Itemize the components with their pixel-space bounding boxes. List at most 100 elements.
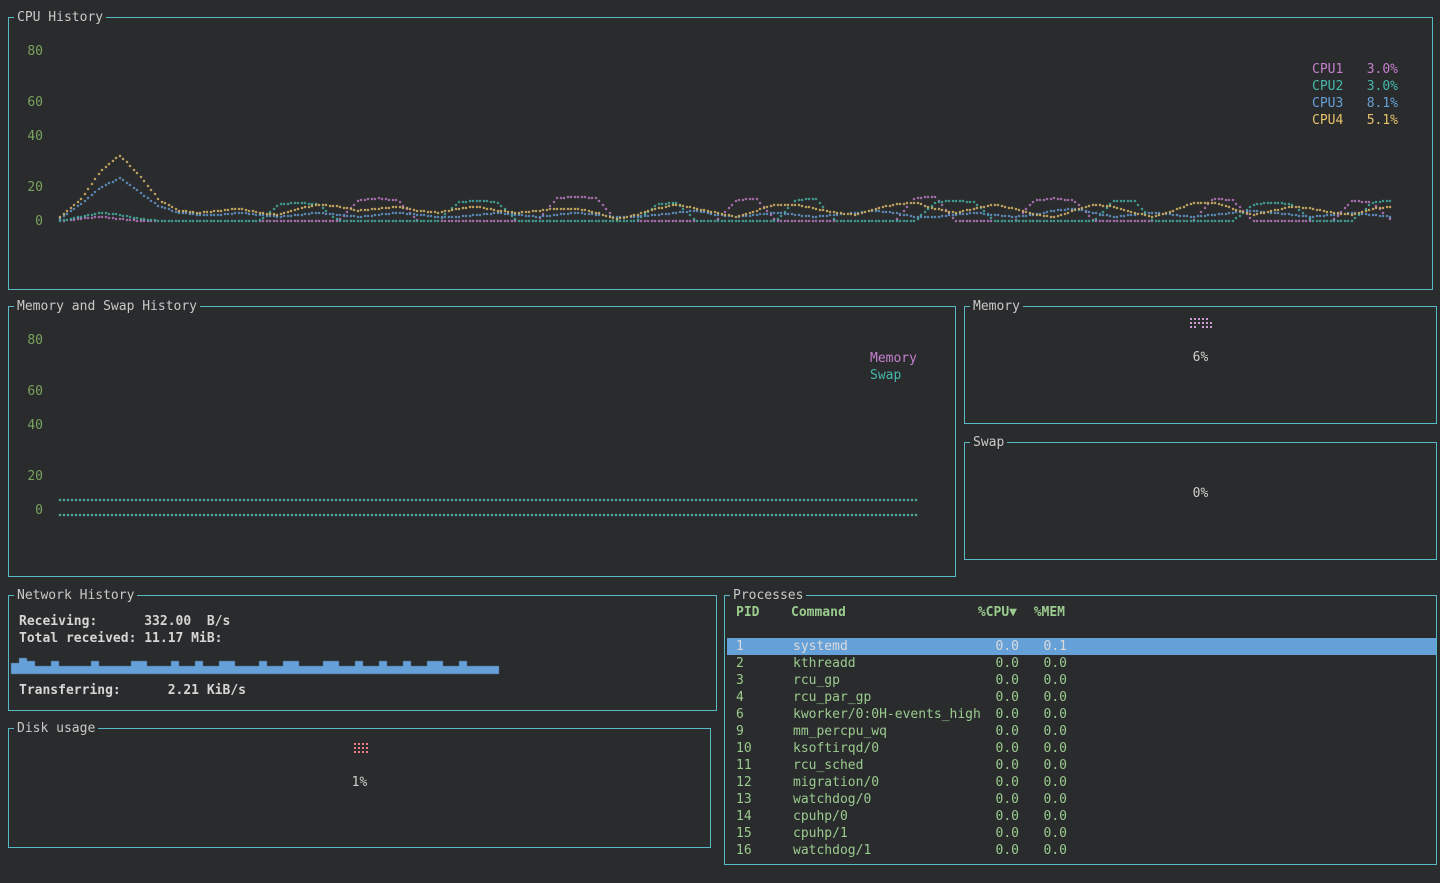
cpu-legend-name: CPU2 <box>1312 78 1343 95</box>
cpu-ytick-40: 40 <box>17 128 43 145</box>
memswap-ytick-80: 80 <box>17 332 43 349</box>
process-cpu: 0.0 <box>963 791 1019 808</box>
cpu-legend-item-cpu1: CPU1 3.0% <box>1312 61 1398 78</box>
cpu-ytick-60: 60 <box>17 94 43 111</box>
column-header-cpu[interactable]: %CPU▼ <box>961 604 1017 621</box>
process-cpu: 0.0 <box>963 757 1019 774</box>
processes-header-row: PID Command %CPU▼ %MEM <box>725 604 1436 621</box>
process-row[interactable]: 16watchdog/10.00.0 <box>727 842 1436 859</box>
process-mem: 0.0 <box>1019 842 1067 859</box>
process-cpu: 0.0 <box>963 842 1019 859</box>
cpu-legend-item-cpu2: CPU2 3.0% <box>1312 78 1398 95</box>
process-mem: 0.0 <box>1019 774 1067 791</box>
process-mem: 0.0 <box>1019 808 1067 825</box>
cpu-legend-name: CPU3 <box>1312 95 1343 112</box>
process-pid: 1 <box>736 638 784 655</box>
process-row[interactable]: 13watchdog/00.00.0 <box>727 791 1436 808</box>
process-pid: 6 <box>736 706 784 723</box>
process-pid: 10 <box>736 740 784 757</box>
cpu-history-chart <box>9 18 1432 289</box>
process-mem: 0.0 <box>1019 740 1067 757</box>
process-row[interactable]: 4rcu_par_gp0.00.0 <box>727 689 1436 706</box>
process-pid: 2 <box>736 655 784 672</box>
process-pid: 3 <box>736 672 784 689</box>
swap-gauge-panel: Swap 0% <box>964 442 1437 560</box>
process-pid: 12 <box>736 774 784 791</box>
process-mem: 0.0 <box>1019 825 1067 842</box>
cpu-legend-value: 5.1% <box>1367 112 1398 129</box>
cpu-legend-item-cpu4: CPU4 5.1% <box>1312 112 1398 129</box>
memory-swap-history-chart <box>9 307 955 576</box>
process-cpu: 0.0 <box>963 638 1019 655</box>
column-header-pid[interactable]: PID <box>736 604 784 621</box>
process-cpu: 0.0 <box>963 774 1019 791</box>
process-row[interactable]: 9mm_percpu_wq0.00.0 <box>727 723 1436 740</box>
process-row-selected[interactable]: 1systemd0.00.1 <box>727 638 1436 655</box>
process-pid: 15 <box>736 825 784 842</box>
process-cpu: 0.0 <box>963 672 1019 689</box>
process-row[interactable]: 14cpuhp/00.00.0 <box>727 808 1436 825</box>
process-row[interactable]: 6kworker/0:0H-events_high0.00.0 <box>727 706 1436 723</box>
cpu-legend-value: 8.1% <box>1367 95 1398 112</box>
process-mem: 0.0 <box>1019 689 1067 706</box>
cpu-ytick-80: 80 <box>17 43 43 60</box>
memory-gauge-title: Memory <box>970 298 1023 315</box>
network-history-panel: Network History Receiving: 332.00 B/s To… <box>8 595 717 711</box>
network-total-received-label: Total received: 11.17 MiB: <box>19 630 223 647</box>
memswap-ytick-60: 60 <box>17 383 43 400</box>
disk-usage-dots-icon <box>354 743 368 753</box>
column-header-mem[interactable]: %MEM <box>1017 604 1065 621</box>
process-cpu: 0.0 <box>963 808 1019 825</box>
memswap-ytick-40: 40 <box>17 417 43 434</box>
disk-usage-title: Disk usage <box>14 720 98 737</box>
process-cpu: 0.0 <box>963 655 1019 672</box>
cpu-legend-value: 3.0% <box>1367 61 1398 78</box>
process-cpu: 0.0 <box>963 723 1019 740</box>
process-pid: 13 <box>736 791 784 808</box>
cpu-legend: CPU1 3.0% CPU2 3.0% CPU3 8.1% CPU4 5.1% <box>1312 61 1398 129</box>
process-cpu: 0.0 <box>963 825 1019 842</box>
cpu-legend-item-cpu3: CPU3 8.1% <box>1312 95 1398 112</box>
memswap-legend: MemorySwap <box>870 350 917 384</box>
process-mem: 0.0 <box>1019 672 1067 689</box>
cpu-legend-name: CPU1 <box>1312 61 1343 78</box>
memory-gauge-panel: Memory 6% <box>964 306 1437 424</box>
cpu-legend-name: CPU4 <box>1312 112 1343 129</box>
swap-percent-label: 0% <box>965 485 1436 502</box>
memory-usage-dots-icon <box>1190 318 1212 328</box>
process-mem: 0.1 <box>1019 638 1067 655</box>
network-receiving-label: Receiving: 332.00 B/s <box>19 613 230 630</box>
memory-percent-label: 6% <box>965 349 1436 366</box>
process-pid: 11 <box>736 757 784 774</box>
processes-panel: Processes PID Command %CPU▼ %MEM 1system… <box>724 595 1437 865</box>
cpu-ytick-20: 20 <box>17 179 43 196</box>
process-row[interactable]: 2kthreadd0.00.0 <box>727 655 1436 672</box>
processes-title: Processes <box>730 587 806 604</box>
process-cpu: 0.0 <box>963 740 1019 757</box>
memswap-legend-item-memory: Memory <box>870 350 917 367</box>
process-mem: 0.0 <box>1019 723 1067 740</box>
cpu-ytick-0: 0 <box>17 213 43 230</box>
memswap-ytick-0: 0 <box>17 502 43 519</box>
process-pid: 9 <box>736 723 784 740</box>
process-row[interactable]: 15cpuhp/10.00.0 <box>727 825 1436 842</box>
process-mem: 0.0 <box>1019 791 1067 808</box>
process-pid: 4 <box>736 689 784 706</box>
memory-swap-history-panel: Memory and Swap History 806040200 Memory… <box>8 306 956 577</box>
process-cpu: 0.0 <box>963 689 1019 706</box>
process-pid: 16 <box>736 842 784 859</box>
disk-percent-label: 1% <box>9 774 710 791</box>
memswap-ytick-20: 20 <box>17 468 43 485</box>
process-mem: 0.0 <box>1019 655 1067 672</box>
process-row[interactable]: 11rcu_sched0.00.0 <box>727 757 1436 774</box>
swap-gauge-title: Swap <box>970 434 1007 451</box>
process-row[interactable]: 3rcu_gp0.00.0 <box>727 672 1436 689</box>
process-row[interactable]: 10ksoftirqd/00.00.0 <box>727 740 1436 757</box>
memswap-legend-item-swap: Swap <box>870 367 917 384</box>
process-mem: 0.0 <box>1019 706 1067 723</box>
network-transferring-label: Transferring: 2.21 KiB/s <box>19 682 246 699</box>
system-monitor-app: CPU History 806040200 CPU13.0%CPU23.0%CP… <box>0 0 1440 883</box>
process-row[interactable]: 12migration/00.00.0 <box>727 774 1436 791</box>
cpu-legend-value: 3.0% <box>1367 78 1398 95</box>
process-mem: 0.0 <box>1019 757 1067 774</box>
